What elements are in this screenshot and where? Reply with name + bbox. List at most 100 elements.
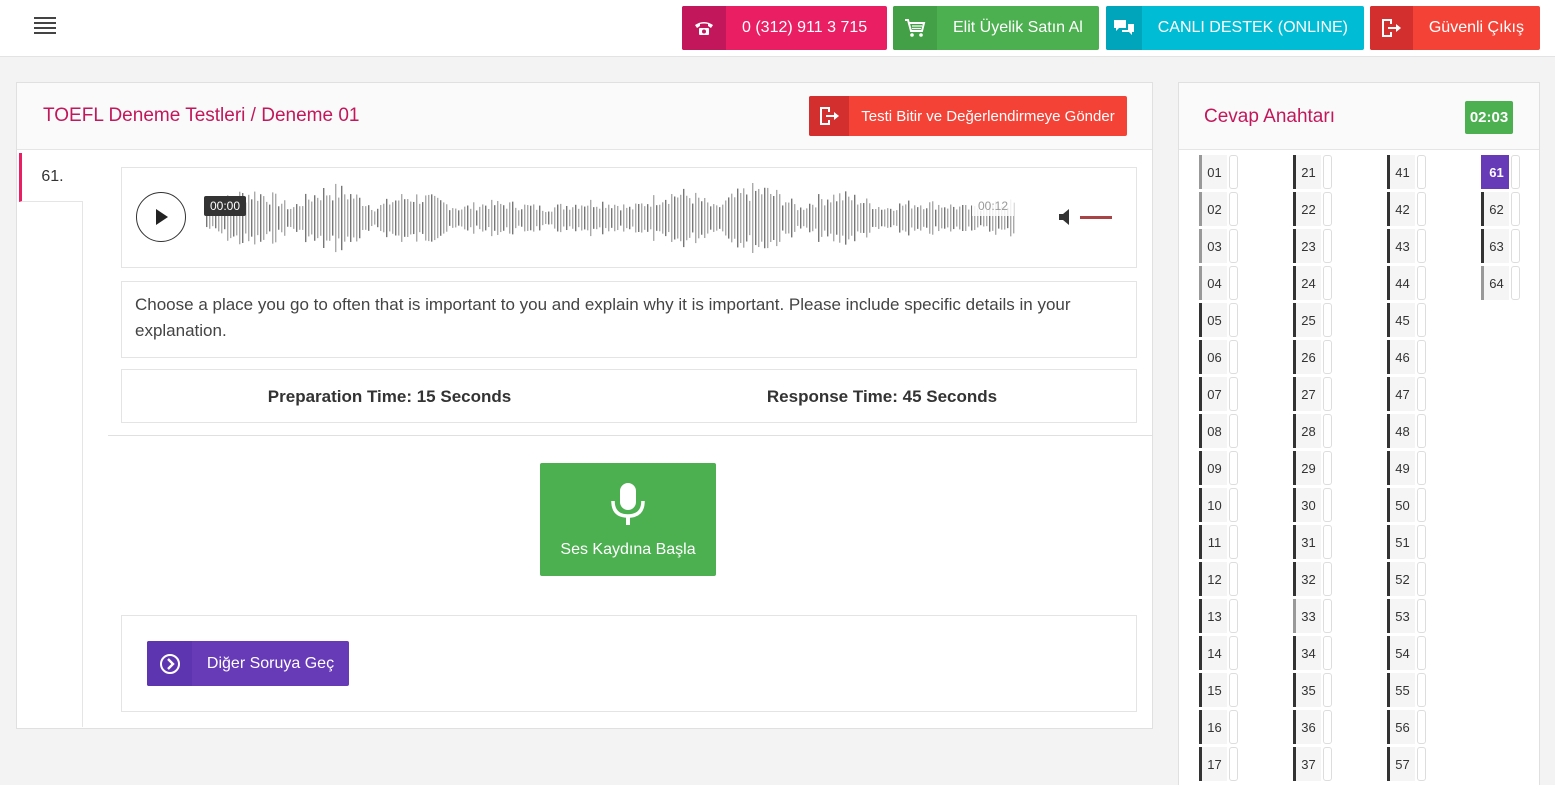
answer-key-box xyxy=(1511,155,1520,189)
answer-key-box xyxy=(1511,229,1520,263)
audio-current-time: 00:00 xyxy=(204,196,247,216)
menu-icon[interactable] xyxy=(34,17,56,37)
answer-key-box xyxy=(1229,414,1238,448)
next-question-label: Diğer Soruya Geç xyxy=(206,654,335,672)
chat-icon xyxy=(1106,6,1142,50)
answer-key-box xyxy=(1229,562,1238,596)
answer-key-number: 50 xyxy=(1387,488,1415,522)
answer-key-number: 32 xyxy=(1293,562,1321,596)
answer-key-number: 30 xyxy=(1293,488,1321,522)
live-support-button[interactable]: CANLI DESTEK (ONLINE) xyxy=(1106,6,1364,50)
elite-membership-button[interactable]: Elit Üyelik Satın Al xyxy=(893,6,1099,50)
cart-icon xyxy=(893,6,937,50)
answer-key-box xyxy=(1417,636,1426,670)
answer-key-box xyxy=(1417,229,1426,263)
answer-key-number: 13 xyxy=(1199,599,1227,633)
answer-key-box xyxy=(1229,229,1238,263)
phone-icon xyxy=(682,6,726,50)
answer-key-number: 08 xyxy=(1199,414,1227,448)
answer-key-box xyxy=(1229,488,1238,522)
phone-button[interactable]: 0 (312) 911 3 715 xyxy=(682,6,887,50)
answer-key-number: 09 xyxy=(1199,451,1227,485)
question-number-tab[interactable]: 61. xyxy=(19,153,83,202)
answer-key-number: 16 xyxy=(1199,710,1227,744)
answer-key-number: 57 xyxy=(1387,747,1415,781)
answer-key-box xyxy=(1323,710,1332,744)
answer-key-box xyxy=(1417,340,1426,374)
audio-player: 00:00 00:12 xyxy=(121,167,1137,268)
answer-key-number: 26 xyxy=(1293,340,1321,374)
answer-key-number: 25 xyxy=(1293,303,1321,337)
support-label: CANLI DESTEK (ONLINE) xyxy=(1157,19,1348,36)
answer-key-box xyxy=(1417,155,1426,189)
answer-key-box xyxy=(1229,377,1238,411)
answer-key-box xyxy=(1417,266,1426,300)
answer-key-number: 03 xyxy=(1199,229,1227,263)
answer-key-box xyxy=(1229,451,1238,485)
answer-key-number: 24 xyxy=(1293,266,1321,300)
answer-key-title: Cevap Anahtarı xyxy=(1204,106,1335,127)
answer-key-box xyxy=(1323,525,1332,559)
answer-key-number: 07 xyxy=(1199,377,1227,411)
answer-key-number: 63 xyxy=(1481,229,1509,263)
answer-key-box xyxy=(1323,229,1332,263)
answer-key-number: 41 xyxy=(1387,155,1415,189)
start-recording-button[interactable]: Ses Kaydına Başla xyxy=(540,463,716,576)
volume-slider[interactable] xyxy=(1080,216,1112,219)
audio-waveform[interactable] xyxy=(204,176,1019,260)
answer-key-number: 33 xyxy=(1293,599,1321,633)
answer-key-box xyxy=(1323,377,1332,411)
test-panel: TOEFL Deneme Testleri / Deneme 01 Testi … xyxy=(16,82,1153,729)
answer-key-box xyxy=(1417,192,1426,226)
answer-key-number: 35 xyxy=(1293,673,1321,707)
divider xyxy=(108,435,1152,436)
answer-key-number: 12 xyxy=(1199,562,1227,596)
next-question-button[interactable]: Diğer Soruya Geç xyxy=(147,641,349,686)
answer-key-box xyxy=(1229,673,1238,707)
answer-key-box xyxy=(1323,488,1332,522)
answer-key-number: 64 xyxy=(1481,266,1509,300)
answer-key-number: 28 xyxy=(1293,414,1321,448)
answer-key-box xyxy=(1417,710,1426,744)
answer-key-box xyxy=(1323,562,1332,596)
answer-key-number: 01 xyxy=(1199,155,1227,189)
answer-key-box xyxy=(1323,747,1332,781)
answer-key-number: 14 xyxy=(1199,636,1227,670)
answer-key-number: 62 xyxy=(1481,192,1509,226)
phone-label: 0 (312) 911 3 715 xyxy=(742,19,868,36)
answer-key-box xyxy=(1417,673,1426,707)
chevron-circle-right-icon xyxy=(147,641,192,686)
answer-key-box xyxy=(1229,710,1238,744)
play-button[interactable] xyxy=(136,192,186,242)
answer-key-box xyxy=(1229,340,1238,374)
answer-key-box xyxy=(1417,525,1426,559)
answer-key-box xyxy=(1417,599,1426,633)
answer-key-box xyxy=(1417,562,1426,596)
speaker-icon[interactable] xyxy=(1058,208,1074,226)
finish-test-button[interactable]: Testi Bitir ve Değerlendirmeye Gönder xyxy=(809,96,1127,136)
answer-key-box xyxy=(1229,266,1238,300)
answer-key-box xyxy=(1417,377,1426,411)
logout-button[interactable]: Güvenli Çıkış xyxy=(1370,6,1540,50)
timing-info: Preparation Time: 15 Seconds Response Ti… xyxy=(121,369,1137,423)
exit-icon xyxy=(809,96,849,136)
preparation-time: Preparation Time: 15 Seconds xyxy=(267,387,512,406)
question-text: Choose a place you go to often that is i… xyxy=(135,295,1071,340)
answer-key-number: 34 xyxy=(1293,636,1321,670)
answer-key-number: 02 xyxy=(1199,192,1227,226)
answer-key-number: 52 xyxy=(1387,562,1415,596)
answer-key-box xyxy=(1229,525,1238,559)
answer-key-number: 10 xyxy=(1199,488,1227,522)
answer-key-box xyxy=(1323,599,1332,633)
answer-key-number: 42 xyxy=(1387,192,1415,226)
answer-key-box xyxy=(1323,414,1332,448)
answer-key-number: 53 xyxy=(1387,599,1415,633)
answer-key-box xyxy=(1229,747,1238,781)
top-bar: 0 (312) 911 3 715 Elit Üyelik Satın Al C… xyxy=(0,0,1555,57)
answer-key-number: 27 xyxy=(1293,377,1321,411)
question-card: Choose a place you go to often that is i… xyxy=(121,281,1137,358)
answer-key-box xyxy=(1323,266,1332,300)
answer-key-box xyxy=(1323,673,1332,707)
answer-key-box xyxy=(1229,303,1238,337)
start-recording-label: Ses Kaydına Başla xyxy=(560,541,696,558)
